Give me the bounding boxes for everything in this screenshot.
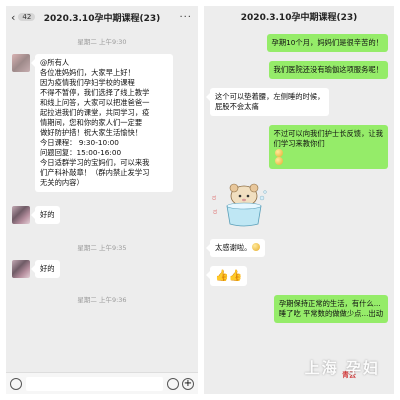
announcement-line: @所有人	[40, 58, 70, 67]
chat-title: 2020.3.10孕中期课程(23)	[240, 12, 358, 23]
message-bubble[interactable]: 我们医院还没有瑜伽这项服务呢！	[268, 61, 388, 79]
message-bubble[interactable]: 不过可以向我们护士长反馈，让我 们学习来教你们	[268, 125, 388, 169]
announcement-line: 不得不暂停，我们选择了线上教学	[40, 88, 150, 97]
emoji-icon	[274, 149, 283, 157]
timestamp: 星期二 上午9:35	[77, 244, 127, 252]
announcement-line: 今日适群学习的宝妈们，可以来我	[40, 158, 150, 167]
message-row: 太感谢啦。	[205, 239, 388, 257]
announcement-line: 今日课程： 9:30-10:00	[40, 138, 119, 147]
input-bar: +	[6, 372, 198, 394]
timestamp: 星期二 上午9:30	[77, 38, 127, 46]
message-row: 👍👍	[205, 266, 388, 286]
message-line: 们学习来教你们	[274, 139, 383, 165]
announcement-bubble[interactable]: @所有人 各位准妈妈们，大家早上好！ 因为疫情我们孕妇学校的课程 不得不暂停，我…	[31, 54, 173, 192]
message-bubble[interactable]: 👍👍	[205, 266, 248, 286]
announcement-line: 因为疫情我们孕妇学校的课程	[40, 78, 135, 87]
announcement-line: 们产科补敲章！（群内禁止发学习	[40, 168, 150, 177]
message-bubble[interactable]: 孕期保持正常的生活，有什么... 睡了吃 平常数的做做少点...出动	[273, 295, 388, 323]
message-line: 孕期保持正常的生活，有什么...	[278, 299, 381, 308]
announcement-line: 起拉进我们的课堂，共同学习，疫	[40, 108, 150, 117]
timestamp: 星期二 上午9:36	[77, 296, 127, 304]
message-row: 这个可以垫着腰，左侧睡的时候， 屁股不会太痛	[205, 88, 388, 116]
message-row: @所有人 各位准妈妈们，大家早上好！ 因为疫情我们孕妇学校的课程 不得不暂停，我…	[12, 54, 192, 192]
avatar[interactable]	[12, 206, 30, 224]
message-line: 屁股不会太痛	[215, 102, 259, 111]
emoji-icon	[274, 157, 283, 165]
avatar[interactable]	[12, 54, 30, 72]
plus-icon[interactable]: +	[182, 377, 194, 390]
svg-text:ಠ: ಠ	[212, 193, 216, 202]
thumbs-up-icon: 👍👍	[215, 269, 243, 282]
message-line: 这个可以垫着腰，左侧睡的时候，	[215, 92, 325, 101]
voice-icon[interactable]	[10, 377, 22, 390]
announcement-line: 问题回复：15:00-16:00	[40, 148, 122, 157]
message-row: 我们医院还没有瑜伽这项服务呢！	[210, 61, 388, 79]
announcement-line: 无关的内容）	[40, 178, 84, 187]
message-row: 孕期10个月，妈妈们是很辛苦的！	[210, 34, 388, 52]
bear-sticker-icon: ಠ ಠ	[212, 183, 267, 227]
message-line: 睡了吃 平常数的做做少点...出动	[278, 309, 383, 318]
announcement-line: 情期间，您和你的家人们一定要	[40, 118, 143, 127]
avatar[interactable]	[12, 260, 30, 278]
reply-bubble[interactable]: 好的	[31, 206, 60, 224]
message-text: 太感谢啦。	[215, 243, 252, 252]
right-chat-screenshot: 2020.3.10孕中期课程(23) 孕期10个月，妈妈们是很辛苦的！ 我们医院…	[204, 6, 394, 394]
message-line: 孕期10个月，妈妈们是很辛苦的！	[271, 38, 383, 47]
announcement-line: 做好防护措！祝大家生活愉快！	[40, 128, 143, 137]
message-input[interactable]	[26, 376, 163, 391]
message-bubble[interactable]: 太感谢啦。	[205, 239, 266, 257]
announcement-line: 各位准妈妈们，大家早上好！	[40, 68, 135, 77]
chat-header: 2020.3.10孕中期课程(23)	[204, 6, 394, 26]
message-row: 不过可以向我们护士长反馈，让我 们学习来教你们	[210, 125, 388, 169]
left-chat-screenshot: ‹ 42 2020.3.10孕中期课程(23) ··· 星期二 上午9:30 @…	[6, 6, 198, 394]
message-line: 不过可以向我们护士长反馈，让我	[273, 129, 383, 138]
emoji-icon	[252, 243, 261, 251]
message-text: 们学习来教你们	[273, 139, 325, 148]
watermark-logo: 上海 孕妇	[304, 359, 380, 377]
svg-text:ಠ: ಠ	[213, 207, 217, 216]
message-bubble[interactable]: 这个可以垫着腰，左侧睡的时候， 屁股不会太痛	[205, 88, 330, 116]
message-row: 孕期保持正常的生活，有什么... 睡了吃 平常数的做做少点...出动	[210, 295, 388, 323]
reply-bubble[interactable]: 好的	[31, 260, 60, 278]
message-bubble[interactable]: 孕期10个月，妈妈们是很辛苦的！	[266, 34, 388, 52]
message-row: 好的	[12, 260, 192, 278]
emoji-icon[interactable]	[167, 377, 179, 390]
sticker-bath-bear[interactable]: ಠ ಠ	[210, 178, 272, 230]
more-icon[interactable]: ···	[179, 12, 192, 23]
announcement-line: 和线上问答，大家可以把准爸爸一	[40, 98, 150, 107]
chat-title: 2020.3.10孕中期课程(23)	[43, 13, 161, 24]
message-row: 好的	[12, 206, 192, 224]
message-line: 我们医院还没有瑜伽这项服务呢！	[273, 65, 383, 74]
chat-header: ‹ 42 2020.3.10孕中期课程(23) ···	[6, 6, 198, 28]
